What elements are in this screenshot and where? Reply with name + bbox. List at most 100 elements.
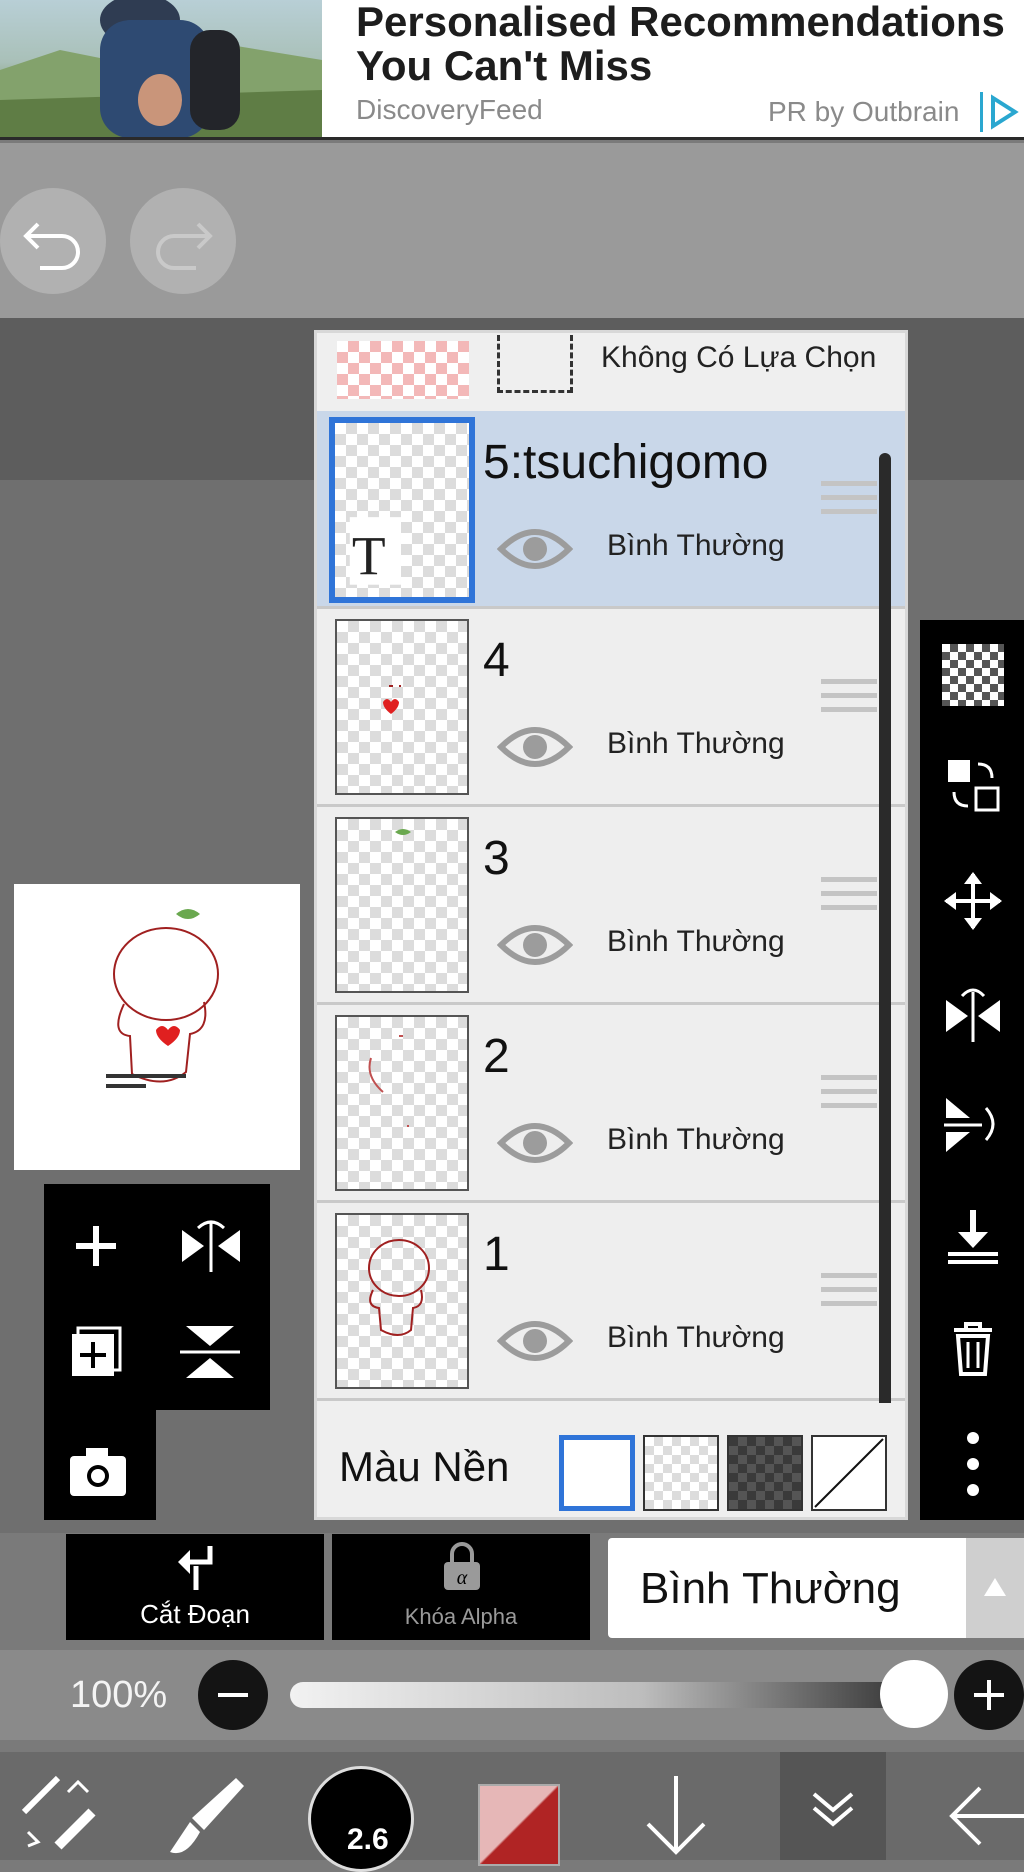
layer-thumbnail[interactable]: [335, 1213, 469, 1389]
layer-row[interactable]: 4 Bình Thường: [317, 609, 905, 807]
bg-dark-swatch[interactable]: [727, 1435, 803, 1511]
transform-icon: [948, 760, 1000, 812]
more-options-button[interactable]: [942, 1430, 1004, 1496]
background-color-row: Màu Nền: [317, 1403, 905, 1517]
layer-row[interactable]: 3 Bình Thường: [317, 807, 905, 1005]
layer-down-button[interactable]: [636, 1772, 716, 1860]
ad-title-line-2[interactable]: You Can't Miss: [356, 44, 1024, 88]
layer-blend-mode: Bình Thường: [607, 529, 785, 562]
clipping-button[interactable]: Cắt Đoạn: [66, 1534, 324, 1640]
brush-size-indicator[interactable]: 2.6: [308, 1766, 414, 1872]
drag-handle[interactable]: [821, 479, 877, 525]
layer-blend-mode: Bình Thường: [607, 1321, 785, 1354]
collapse-button[interactable]: [780, 1752, 886, 1860]
visibility-toggle[interactable]: [496, 1313, 574, 1369]
ad-image[interactable]: [0, 0, 322, 137]
move-button[interactable]: [942, 870, 1004, 932]
layer-name: 5:tsuchigomo: [483, 436, 769, 489]
opacity-decrease-button[interactable]: [198, 1660, 268, 1730]
brush-icon: [170, 1778, 244, 1854]
triangle-up-icon: [984, 1578, 1006, 1596]
eye-icon: [496, 1321, 574, 1361]
drag-handle[interactable]: [821, 875, 877, 921]
delete-layer-button[interactable]: [942, 1316, 1004, 1378]
transform-tool-icon: [21, 1775, 96, 1850]
bg-white-swatch[interactable]: [559, 1435, 635, 1511]
visibility-toggle[interactable]: [496, 1115, 574, 1171]
transparency-button[interactable]: [942, 644, 1004, 706]
merge-down-icon: [948, 1210, 998, 1264]
brush-size-value: 2.6: [347, 1823, 389, 1856]
eye-icon: [496, 727, 574, 767]
blend-mode-select[interactable]: Bình Thường: [608, 1538, 966, 1638]
ad-banner[interactable]: Personalised Recommendations You Can't M…: [0, 0, 1024, 140]
arrow-down-icon: [646, 1776, 706, 1855]
layer-row[interactable]: 2 Bình Thường: [317, 1005, 905, 1203]
flip-layer-vertical-button[interactable]: [942, 1094, 1004, 1156]
layer-name: 4: [483, 634, 510, 687]
opacity-slider-handle[interactable]: [880, 1660, 948, 1728]
duplicate-layer-button[interactable]: [64, 1320, 128, 1384]
layer-row[interactable]: T 5:tsuchigomo Bình Thường: [317, 411, 905, 609]
transform-button[interactable]: [942, 754, 1004, 816]
layer-thumbnail[interactable]: [335, 817, 469, 993]
move-icon: [944, 872, 1002, 930]
selection-layer-row[interactable]: Không Có Lựa Chọn: [317, 333, 905, 411]
flip-layer-horizontal-button[interactable]: [942, 982, 1004, 1044]
drawing-preview: [106, 909, 219, 1088]
drag-handle[interactable]: [821, 677, 877, 723]
flip-vertical-button[interactable]: [176, 1320, 246, 1384]
undo-icon: [23, 222, 80, 270]
add-layer-button[interactable]: [64, 1214, 128, 1278]
copy-layer-icon: [72, 1326, 122, 1376]
drag-handle[interactable]: [821, 1271, 877, 1317]
layer-thumbnail[interactable]: [335, 1015, 469, 1191]
eye-icon: [496, 529, 574, 569]
alpha-lock-button[interactable]: α Khóa Alpha: [332, 1534, 590, 1640]
adchoices-icon[interactable]: [980, 92, 1024, 132]
back-button[interactable]: [944, 1772, 1024, 1860]
brush-tool-button[interactable]: [164, 1772, 250, 1858]
redo-button[interactable]: [130, 188, 236, 294]
foreground-color-swatch[interactable]: [478, 1784, 560, 1866]
undo-button[interactable]: [0, 188, 106, 294]
selection-tool-button[interactable]: [18, 1772, 98, 1852]
flip-vertical-icon: [180, 1326, 240, 1378]
double-chevron-down-icon: [812, 1792, 854, 1827]
opacity-value: 100%: [70, 1674, 168, 1716]
blend-mode-dropdown[interactable]: [966, 1538, 1024, 1638]
camera-button[interactable]: [66, 1442, 130, 1502]
ad-title-line-1[interactable]: Personalised Recommendations: [356, 0, 1024, 44]
ad-sponsor[interactable]: PR by Outbrain: [768, 96, 959, 128]
visibility-toggle[interactable]: [496, 719, 574, 775]
left-tool-palette: [44, 1184, 270, 1520]
background-label: Màu Nền: [339, 1443, 510, 1490]
selection-status: Không Có Lựa Chọn: [601, 341, 877, 374]
layer-name: 2: [483, 1030, 510, 1083]
eye-icon: [496, 1123, 574, 1163]
flip-horizontal-button[interactable]: [176, 1214, 246, 1278]
canvas-preview[interactable]: [14, 884, 300, 1170]
layers-scrollbar[interactable]: [879, 453, 891, 1513]
opacity-row: 100%: [0, 1650, 1024, 1740]
opacity-slider[interactable]: [290, 1682, 930, 1708]
bg-none-swatch[interactable]: [811, 1435, 887, 1511]
no-background-icon: [814, 1438, 884, 1508]
blend-mode-value: Bình Thường: [640, 1564, 901, 1613]
layer-thumbnail[interactable]: [335, 619, 469, 795]
clipping-arrow-icon: [178, 1546, 213, 1590]
layer-row[interactable]: 1 Bình Thường: [317, 1203, 905, 1401]
flip-vertical-icon: [944, 1098, 995, 1152]
plus-icon: [974, 1680, 1004, 1710]
ad-title[interactable]: Personalised Recommendations You Can't M…: [356, 0, 1024, 88]
drag-handle[interactable]: [821, 1073, 877, 1119]
layer-thumbnail[interactable]: T: [329, 417, 475, 603]
layer-name: 3: [483, 832, 510, 885]
visibility-toggle[interactable]: [496, 521, 574, 577]
visibility-toggle[interactable]: [496, 917, 574, 973]
clipping-label: Cắt Đoạn: [140, 1599, 250, 1629]
bg-transparent-swatch[interactable]: [643, 1435, 719, 1511]
layer-blend-mode: Bình Thường: [607, 1123, 785, 1156]
opacity-increase-button[interactable]: [954, 1660, 1024, 1730]
merge-down-button[interactable]: [942, 1206, 1004, 1268]
